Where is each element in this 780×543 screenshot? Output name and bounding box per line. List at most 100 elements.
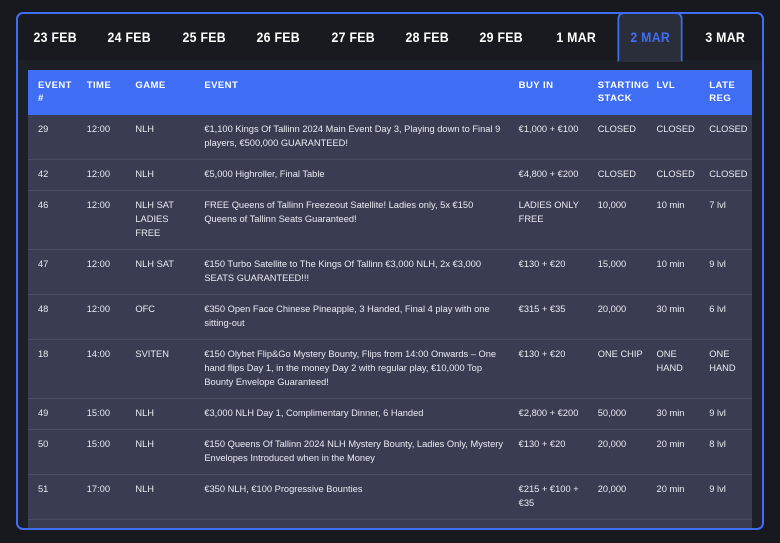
cell-starting-stack: CLOSED — [591, 115, 651, 160]
cell-buy-in: €130 + €20 — [512, 429, 592, 475]
header-row: EVENT # TIME GAME EVENT BUY IN STARTING … — [28, 70, 752, 115]
cell-event-description: €1,100 Kings Of Tallinn 2024 Main Event … — [198, 115, 513, 160]
cell-time: 17:00 — [80, 474, 130, 520]
cell-game: NLH SAT LADIES FREE — [129, 190, 199, 250]
date-tab-1-mar[interactable]: 1 MAR — [543, 12, 608, 62]
cell-lvl: 10 min — [650, 249, 704, 295]
cell-event-number: 50 — [28, 429, 81, 475]
column-header-event-number: EVENT # — [28, 70, 81, 115]
cell-starting-stack: 30,000 — [591, 519, 651, 528]
cell-event-description: €5,000 Highroller, Final Table — [198, 159, 513, 191]
cell-event-number: 48 — [28, 294, 81, 340]
column-header-time: TIME — [80, 70, 130, 115]
cell-time: 15:00 — [80, 398, 130, 430]
table-row[interactable]: 5219:00NLH€555 NLH Mystery Bounty Day 1,… — [28, 519, 752, 528]
tournament-schedule-page: 23 FEB 24 FEB 25 FEB 26 FEB 27 FEB 28 FEB 29 F… — [0, 0, 780, 543]
table-row[interactable]: 50 15:00 NLH €150 Queens Of Tallinn 2024 NL… — [28, 429, 752, 475]
cell-lvl: 20 min — [650, 474, 704, 520]
cell-buy-in: €4,800 + €200 — [512, 159, 592, 191]
cell-game: OFC — [129, 294, 199, 340]
date-tab-24-feb[interactable]: 24 FEB — [97, 12, 162, 62]
cell-starting-stack: 20,000 — [591, 294, 651, 340]
cell-event-number: 49 — [28, 398, 81, 430]
table-row[interactable]: 18 14:00 SVITEN €150 Olybet Flip&Go Mystery… — [28, 339, 752, 399]
cell-late-reg: ONE HAND — [703, 339, 752, 399]
schedule-table-body: 29 12:00 NLH €1,100 Kings Of Tallinn 2024 M… — [28, 115, 752, 528]
cell-time: 12:00 — [80, 190, 130, 250]
table-row[interactable]: 48 12:00 OFC €350 Open Face Chinese Pineapp… — [28, 294, 752, 340]
cell-event-description: €3,000 NLH Day 1, Complimentary Dinner, … — [198, 398, 513, 430]
cell-late-reg: CLOSED — [703, 159, 752, 191]
cell-game: NLH — [129, 159, 199, 191]
cell-game: SVITEN — [129, 339, 199, 399]
cell-event-description: FREE Queens of Tallinn Freezeout Satelli… — [198, 190, 513, 250]
cell-event-description: €350 Open Face Chinese Pineapple, 3 Hand… — [198, 294, 513, 340]
date-tab-3-mar[interactable]: 3 MAR — [692, 12, 757, 62]
cell-buy-in: €500 + €55 — [512, 519, 592, 528]
cell-buy-in: LADIES ONLY FREE — [512, 190, 592, 250]
cell-starting-stack: 15,000 — [591, 249, 651, 295]
table-row[interactable]: 29 12:00 NLH €1,100 Kings Of Tallinn 2024 M… — [28, 115, 752, 160]
cell-time: 14:00 — [80, 339, 130, 399]
cell-late-reg: CLOSED — [703, 115, 752, 160]
cell-time: 12:00 — [80, 115, 130, 160]
cell-starting-stack: 10,000 — [591, 190, 651, 250]
cell-event-description: €350 NLH, €100 Progressive Bounties — [198, 474, 513, 520]
cell-late-reg: 6 lvl — [703, 294, 752, 340]
date-tab-26-feb[interactable]: 26 FEB — [246, 12, 311, 62]
cell-lvl: 30 min — [650, 398, 704, 430]
date-tab-29-feb[interactable]: 29 FEB — [469, 12, 534, 62]
table-row[interactable]: 46 12:00 NLH SAT LADIES FREE FREE Queens of… — [28, 190, 752, 250]
cell-buy-in: €1,000 + €100 — [512, 115, 592, 160]
cell-time: 12:00 — [80, 159, 130, 191]
cell-game: NLH — [129, 115, 199, 160]
cell-event-number: 18 — [28, 339, 81, 399]
cell-starting-stack: 20,000 — [591, 474, 651, 520]
cell-time: 12:00 — [80, 249, 130, 295]
table-row[interactable]: 42 12:00 NLH €5,000 Highroller, Final Table… — [28, 159, 752, 191]
cell-starting-stack: ONE CHIP — [591, 339, 651, 399]
cell-event-number: 47 — [28, 249, 81, 295]
table-row[interactable]: 49 15:00 NLH €3,000 NLH Day 1, Complimentar… — [28, 398, 752, 430]
cell-late-reg: 9 lvl — [703, 249, 752, 295]
date-tab-23-feb[interactable]: 23 FEB — [22, 12, 87, 62]
date-tab-28-feb[interactable]: 28 FEB — [394, 12, 459, 62]
table-row[interactable]: 51 17:00 NLH €350 NLH, €100 Progressive Bou… — [28, 474, 752, 520]
cell-starting-stack: 20,000 — [591, 429, 651, 475]
cell-event-description: €555 NLH Mystery Bounty Day 1, 8 Handed,… — [198, 519, 513, 528]
column-header-game: GAME — [129, 70, 199, 115]
cell-time: 15:00 — [80, 429, 130, 475]
column-header-event: EVENT — [198, 70, 513, 115]
cell-late-reg: 9 lvl — [703, 519, 752, 528]
cell-time: 12:00 — [80, 294, 130, 340]
cell-event-number: 52 — [28, 519, 81, 528]
cell-lvl: 30 min — [650, 294, 704, 340]
date-tab-27-feb[interactable]: 27 FEB — [320, 12, 385, 62]
cell-game: NLH — [129, 474, 199, 520]
cell-event-number: 29 — [28, 115, 81, 160]
table-row[interactable]: 47 12:00 NLH SAT €150 Turbo Satellite to Th… — [28, 249, 752, 295]
cell-lvl: ONE HAND — [650, 339, 704, 399]
cell-time: 19:00 — [80, 519, 130, 528]
column-header-late-reg: LATE REG — [703, 70, 752, 115]
cell-event-description: €150 Olybet Flip&Go Mystery Bounty, Flip… — [198, 339, 513, 399]
date-tab-25-feb[interactable]: 25 FEB — [171, 12, 236, 62]
cell-game: NLH — [129, 429, 199, 475]
cell-event-number: 42 — [28, 159, 81, 191]
column-header-lvl: LVL — [650, 70, 704, 115]
cell-game: NLH SAT — [129, 249, 199, 295]
cell-lvl: CLOSED — [650, 159, 704, 191]
schedule-table-container: EVENT # TIME GAME EVENT BUY IN STARTING … — [16, 60, 764, 530]
date-tab-2-mar[interactable]: 2 MAR — [617, 12, 684, 62]
schedule-table-header: EVENT # TIME GAME EVENT BUY IN STARTING … — [28, 70, 752, 115]
cell-lvl: 20 min — [650, 429, 704, 475]
cell-buy-in: €315 + €35 — [512, 294, 592, 340]
cell-event-description: €150 Queens Of Tallinn 2024 NLH Mystery … — [198, 429, 513, 475]
date-tab-bar: 23 FEB 24 FEB 25 FEB 26 FEB 27 FEB 28 FEB 29 F… — [16, 12, 764, 62]
cell-game: NLH — [129, 519, 199, 528]
cell-buy-in: €2,800 + €200 — [512, 398, 592, 430]
cell-late-reg: 8 lvl — [703, 429, 752, 475]
cell-late-reg: 9 lvl — [703, 398, 752, 430]
schedule-table: EVENT # TIME GAME EVENT BUY IN STARTING … — [28, 70, 752, 528]
cell-buy-in: €215 + €100 + €35 — [512, 474, 592, 520]
